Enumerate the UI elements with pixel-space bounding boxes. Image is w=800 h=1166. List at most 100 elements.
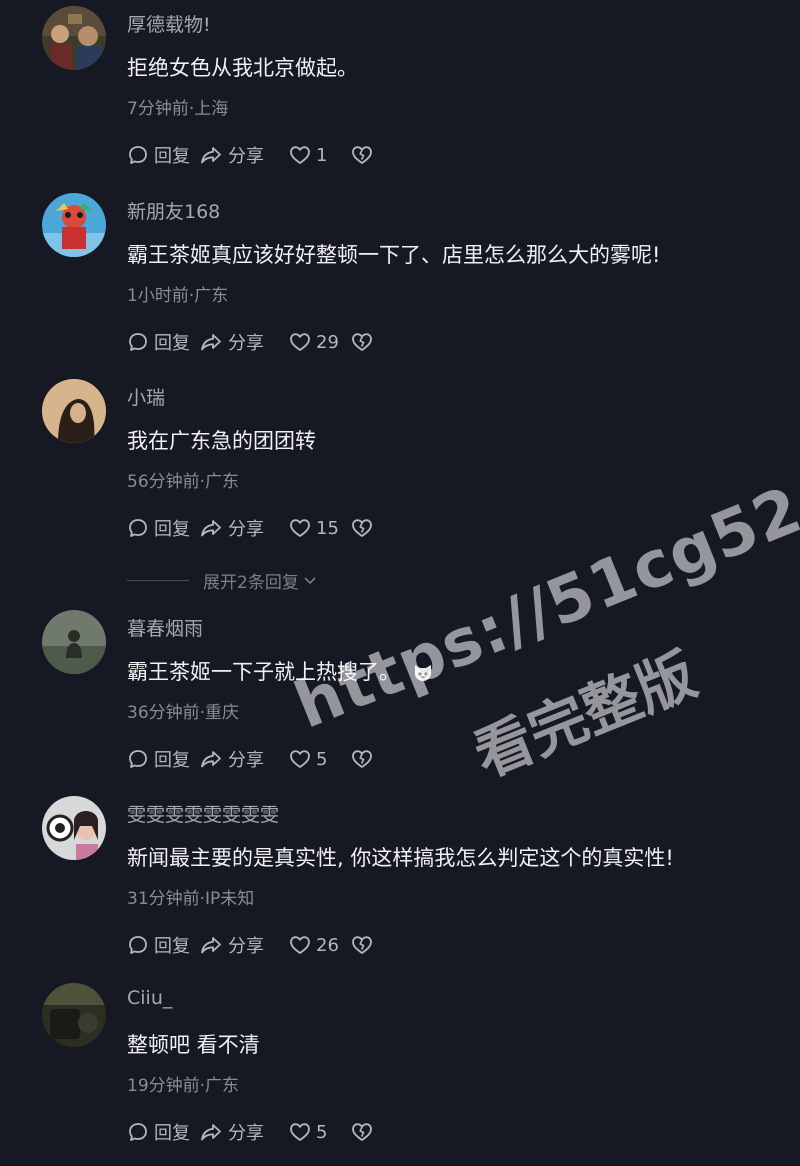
comment-meta: 7分钟前·上海 [127, 99, 229, 119]
avatar[interactable] [42, 6, 106, 70]
heart-outline-icon [289, 1122, 311, 1142]
comment-username[interactable]: 小瑞 [127, 383, 165, 410]
avatar[interactable] [42, 379, 106, 443]
like-button[interactable]: 26 [289, 935, 351, 956]
share-label: 分享 [228, 333, 264, 354]
comment-meta: 19分钟前·广东 [127, 1076, 240, 1096]
reply-button[interactable]: 回复 [127, 515, 199, 541]
comment-text: 我在广东急的团团转 [127, 429, 316, 453]
heart-outline-icon [289, 332, 311, 352]
like-count: 5 [316, 748, 328, 770]
comment-actions: 回复 分享 1 [127, 142, 373, 168]
like-button[interactable]: 1 [289, 145, 351, 166]
share-label: 分享 [228, 1123, 264, 1144]
comment-text: 整顿吧 看不清 [127, 1033, 260, 1057]
reply-bubble-icon [127, 1121, 149, 1143]
like-button[interactable]: 15 [289, 518, 351, 539]
comment-text: 新闻最主要的是真实性, 你这样搞我怎么判定这个的真实性! [127, 846, 674, 870]
comment-actions: 回复 分享 5 [127, 746, 373, 772]
reply-button[interactable]: 回复 [127, 1119, 199, 1145]
reply-label: 回复 [154, 146, 190, 167]
expand-replies-label: 展开2条回复 [203, 573, 299, 593]
avatar[interactable] [42, 610, 106, 674]
comment-text: 霸王茶姬真应该好好整顿一下了、店里怎么那么大的雾呢! [127, 243, 661, 267]
like-count: 5 [316, 1121, 328, 1143]
share-button[interactable]: 分享 [199, 515, 289, 541]
comment-text: 霸王茶姬一下子就上热搜了。 [127, 656, 434, 686]
share-arrow-icon [199, 144, 223, 166]
watermark-overlay: https://51cg52.me 看完整版 [285, 422, 800, 855]
broken-heart-icon [351, 332, 373, 352]
share-button[interactable]: 分享 [199, 142, 289, 168]
dislike-button[interactable] [351, 749, 373, 769]
reply-button[interactable]: 回复 [127, 746, 199, 772]
heart-outline-icon [289, 518, 311, 538]
share-button[interactable]: 分享 [199, 746, 289, 772]
comment-text-content: 霸王茶姬一下子就上热搜了。 [127, 660, 400, 684]
avatar[interactable] [42, 983, 106, 1047]
dislike-button[interactable] [351, 145, 373, 165]
share-label: 分享 [228, 936, 264, 957]
avatar[interactable] [42, 796, 106, 860]
reply-label: 回复 [154, 936, 190, 957]
reply-button[interactable]: 回复 [127, 142, 199, 168]
reply-bubble-icon [127, 517, 149, 539]
like-count: 15 [316, 517, 339, 539]
share-label: 分享 [228, 750, 264, 771]
dislike-button[interactable] [351, 1122, 373, 1142]
share-arrow-icon [199, 517, 223, 539]
share-label: 分享 [228, 146, 264, 167]
broken-heart-icon [351, 518, 373, 538]
broken-heart-icon [351, 1122, 373, 1142]
comment-actions: 回复 分享 5 [127, 1119, 373, 1145]
reply-label: 回复 [154, 1123, 190, 1144]
share-arrow-icon [199, 331, 223, 353]
watermark-caption: 看完整版 [464, 640, 706, 791]
chevron-down-icon [303, 571, 317, 591]
like-button[interactable]: 5 [289, 749, 351, 770]
like-button[interactable]: 29 [289, 332, 351, 353]
comment-actions: 回复 分享 29 [127, 329, 373, 355]
share-button[interactable]: 分享 [199, 932, 289, 958]
divider-line [127, 580, 189, 581]
share-arrow-icon [199, 748, 223, 770]
like-count: 1 [316, 144, 328, 166]
avatar[interactable] [42, 193, 106, 257]
reply-button[interactable]: 回复 [127, 329, 199, 355]
share-arrow-icon [199, 1121, 223, 1143]
dislike-button[interactable] [351, 935, 373, 955]
heart-outline-icon [289, 935, 311, 955]
comment-username[interactable]: 暮春烟雨 [127, 614, 203, 641]
like-count: 26 [316, 934, 339, 956]
share-arrow-icon [199, 934, 223, 956]
dislike-button[interactable] [351, 332, 373, 352]
comment-meta: 31分钟前·IP未知 [127, 889, 255, 909]
reply-button[interactable]: 回复 [127, 932, 199, 958]
expand-replies-button[interactable]: 展开2条回复 [127, 568, 317, 593]
share-button[interactable]: 分享 [199, 1119, 289, 1145]
reply-label: 回复 [154, 750, 190, 771]
broken-heart-icon [351, 749, 373, 769]
reply-bubble-icon [127, 331, 149, 353]
like-count: 29 [316, 331, 339, 353]
heart-outline-icon [289, 145, 311, 165]
heart-outline-icon [289, 749, 311, 769]
watermark-url: https://51cg52.me [285, 421, 800, 744]
comment-meta: 1小时前·广东 [127, 286, 229, 306]
reply-label: 回复 [154, 333, 190, 354]
dislike-button[interactable] [351, 518, 373, 538]
comment-meta: 36分钟前·重庆 [127, 703, 240, 723]
comment-username[interactable]: 雯雯雯雯雯雯雯雯 [127, 800, 279, 827]
reply-bubble-icon [127, 934, 149, 956]
like-button[interactable]: 5 [289, 1122, 351, 1143]
comment-username[interactable]: 厚德载物! [127, 10, 211, 37]
reply-bubble-icon [127, 144, 149, 166]
broken-heart-icon [351, 935, 373, 955]
comment-username[interactable]: Ciiu_ [127, 987, 172, 1009]
comment-text: 拒绝女色从我北京做起。 [127, 56, 358, 80]
comment-actions: 回复 分享 15 [127, 515, 373, 541]
share-label: 分享 [228, 519, 264, 540]
cat-emoji-icon [412, 663, 434, 683]
share-button[interactable]: 分享 [199, 329, 289, 355]
comment-username[interactable]: 新朋友168 [127, 197, 220, 224]
